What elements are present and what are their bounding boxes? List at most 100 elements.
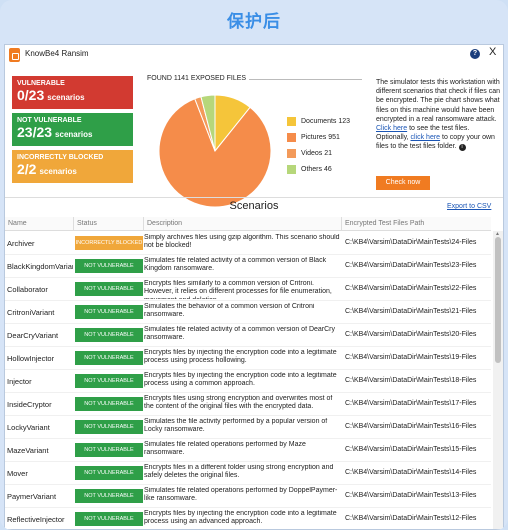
export-csv-link[interactable]: Export to CSV bbox=[447, 203, 491, 210]
scenario-name: PaymerVariant bbox=[7, 492, 57, 501]
scenario-description: Simulates the file activity performed by… bbox=[144, 418, 328, 434]
encrypted-files-path: C:\KB4\Varsim\DataDir\MainTests\14-Files bbox=[345, 469, 477, 476]
vulnerable-count: 0/23 bbox=[17, 87, 45, 103]
found-files-title: FOUND 1141 EXPOSED FILES bbox=[147, 75, 247, 82]
scenario-description: Encrypts files similarly to a common ver… bbox=[144, 280, 332, 299]
col-status-header[interactable]: Status bbox=[77, 220, 97, 227]
encrypted-files-path: C:\KB4\Varsim\DataDir\MainTests\13-Files bbox=[345, 492, 477, 499]
status-badge: NOT VULNERABLE bbox=[75, 443, 143, 457]
scenario-name: Archiver bbox=[7, 239, 35, 248]
legend-label: Documents 123 bbox=[301, 117, 351, 125]
col-description-header[interactable]: Description bbox=[147, 220, 182, 227]
encrypted-files-path: C:\KB4\Varsim\DataDir\MainTests\16-Files bbox=[345, 423, 477, 430]
col-path-header[interactable]: Encrypted Test Files Path bbox=[345, 220, 424, 227]
status-badge: NOT VULNERABLE bbox=[75, 489, 143, 503]
table-row[interactable]: Injector NOT VULNERABLE Encrypts files by … bbox=[5, 370, 491, 393]
status-badge: NOT VULNERABLE bbox=[75, 282, 143, 296]
scenario-name: Mover bbox=[7, 469, 28, 478]
encrypted-files-path: C:\KB4\Varsim\DataDir\MainTests\17-Files bbox=[345, 400, 477, 407]
exposed-files-pie-chart bbox=[158, 94, 272, 208]
test-files-link[interactable]: Click here bbox=[376, 125, 407, 132]
encrypted-files-path: C:\KB4\Varsim\DataDir\MainTests\23-Files bbox=[345, 262, 477, 269]
table-row[interactable]: PaymerVariant NOT VULNERABLE Simulates fil… bbox=[5, 485, 491, 508]
scenario-description: Encrypts files by injecting the encrypti… bbox=[144, 510, 337, 526]
close-button[interactable]: X bbox=[489, 46, 496, 58]
info-paragraph-1: The simulator tests this workstation wit… bbox=[376, 79, 500, 123]
vulnerable-unit: scenarios bbox=[47, 93, 85, 102]
encrypted-files-path: C:\KB4\Varsim\DataDir\MainTests\21-Files bbox=[345, 308, 477, 315]
table-row[interactable]: BlackKingdomVariant NOT VULNERABLE Simulat… bbox=[5, 255, 491, 278]
scenario-description: Encrypts files in a different folder usi… bbox=[144, 464, 334, 480]
table-row[interactable]: HollowInjector NOT VULNERABLE Encrypts fil… bbox=[5, 347, 491, 370]
legend-swatch bbox=[287, 164, 296, 174]
vulnerable-label: VULNERABLE bbox=[17, 80, 65, 87]
table-header: Name Status Description Encrypted Test F… bbox=[5, 217, 491, 231]
status-badge: NOT VULNERABLE bbox=[75, 512, 143, 526]
scenario-name: HollowInjector bbox=[7, 354, 55, 363]
app-lock-icon bbox=[9, 48, 20, 62]
legend-label: Others 46 bbox=[301, 165, 332, 173]
scenario-description: Simulates the behavior of a common versi… bbox=[144, 303, 315, 319]
scenarios-title: Scenarios bbox=[229, 200, 279, 212]
table-row[interactable]: Collaborator NOT VULNERABLE Encrypts files… bbox=[5, 278, 491, 301]
scenario-description: Simulates file related operations perfor… bbox=[144, 441, 306, 457]
legend-item: Documents 123 bbox=[287, 113, 350, 129]
table-row[interactable]: ReflectiveInjector NOT VULNERABLE Encrypts… bbox=[5, 508, 491, 530]
not-vulnerable-badge: NOT VULNERABLE 23/23 scenarios bbox=[12, 113, 133, 146]
table-row[interactable]: Mover NOT VULNERABLE Encrypts files in a d… bbox=[5, 462, 491, 485]
app-window: KnowBe4 Ransim ? X VULNERABLE 0/23 scenar… bbox=[4, 44, 504, 530]
scenario-name: Collaborator bbox=[7, 285, 48, 294]
status-badge: NOT VULNERABLE bbox=[75, 374, 143, 388]
scenario-name: InsideCryptor bbox=[7, 400, 52, 409]
vulnerable-badge: VULNERABLE 0/23 scenarios bbox=[12, 76, 133, 109]
legend-swatch bbox=[287, 148, 296, 158]
encrypted-files-path: C:\KB4\Varsim\DataDir\MainTests\22-Files bbox=[345, 285, 477, 292]
not-vulnerable-unit: scenarios bbox=[55, 130, 93, 139]
column-separator[interactable] bbox=[73, 217, 74, 231]
table-row[interactable]: Archiver INCORRECTLY BLOCKED Simply archiv… bbox=[5, 232, 491, 255]
encrypted-files-path: C:\KB4\Varsim\DataDir\MainTests\18-Files bbox=[345, 377, 477, 384]
check-now-button[interactable]: Check now bbox=[376, 176, 430, 190]
status-badge: NOT VULNERABLE bbox=[75, 466, 143, 480]
info-icon[interactable]: i bbox=[458, 144, 466, 152]
blocked-count: 2/2 bbox=[17, 161, 37, 177]
title-bar: KnowBe4 Ransim ? X bbox=[5, 45, 503, 65]
info-paragraph-2: to see the test files. bbox=[407, 125, 470, 133]
scenario-description: Encrypts files by injecting the encrypti… bbox=[144, 372, 337, 388]
encrypted-files-path: C:\KB4\Varsim\DataDir\MainTests\12-Files bbox=[345, 515, 477, 522]
scenario-description: Encrypts files using strong encryption a… bbox=[144, 395, 333, 411]
banner-title: 保护后 bbox=[227, 12, 281, 31]
scrollbar-thumb[interactable] bbox=[495, 237, 501, 363]
status-badge: NOT VULNERABLE bbox=[75, 420, 143, 434]
table-scrollbar[interactable]: ▲ bbox=[493, 231, 503, 529]
scenario-description: Encrypts files by injecting the encrypti… bbox=[144, 349, 337, 365]
blocked-label: INCORRECTLY BLOCKED bbox=[17, 154, 104, 161]
scenario-name: Injector bbox=[7, 377, 32, 386]
help-icon[interactable]: ? bbox=[470, 49, 480, 59]
blocked-unit: scenarios bbox=[39, 167, 77, 176]
outer-frame: 保护后 KnowBe4 Ransim ? X VULNERABLE 0/23 sc… bbox=[0, 0, 508, 530]
table-row[interactable]: DearCryVariant NOT VULNERABLE Simulates fi… bbox=[5, 324, 491, 347]
table-body: Archiver INCORRECTLY BLOCKED Simply archiv… bbox=[5, 232, 491, 530]
legend-swatch bbox=[287, 132, 296, 142]
encrypted-files-path: C:\KB4\Varsim\DataDir\MainTests\19-Files bbox=[345, 354, 477, 361]
column-separator[interactable] bbox=[341, 217, 342, 231]
table-row[interactable]: InsideCryptor NOT VULNERABLE Encrypts file… bbox=[5, 393, 491, 416]
status-badge: NOT VULNERABLE bbox=[75, 259, 143, 273]
col-name-header[interactable]: Name bbox=[8, 220, 27, 227]
legend-label: Pictures 951 bbox=[301, 133, 340, 141]
scenario-name: DearCryVariant bbox=[7, 331, 59, 340]
legend-swatch bbox=[287, 116, 296, 126]
table-row[interactable]: CritroniVariant NOT VULNERABLE Simulates t… bbox=[5, 301, 491, 324]
table-row[interactable]: MazeVariant NOT VULNERABLE Simulates file … bbox=[5, 439, 491, 462]
status-badge: NOT VULNERABLE bbox=[75, 305, 143, 319]
status-badge: NOT VULNERABLE bbox=[75, 351, 143, 365]
table-row[interactable]: LockyVariant NOT VULNERABLE Simulates the … bbox=[5, 416, 491, 439]
scenario-description: Simulates file related operations perfor… bbox=[144, 487, 338, 503]
copy-files-link[interactable]: click here bbox=[411, 134, 441, 141]
scenario-description: Simply archives files using gzip algorit… bbox=[144, 234, 340, 250]
scenario-name: MazeVariant bbox=[7, 446, 49, 455]
scenario-name: LockyVariant bbox=[7, 423, 50, 432]
column-separator[interactable] bbox=[143, 217, 144, 231]
encrypted-files-path: C:\KB4\Varsim\DataDir\MainTests\15-Files bbox=[345, 446, 477, 453]
